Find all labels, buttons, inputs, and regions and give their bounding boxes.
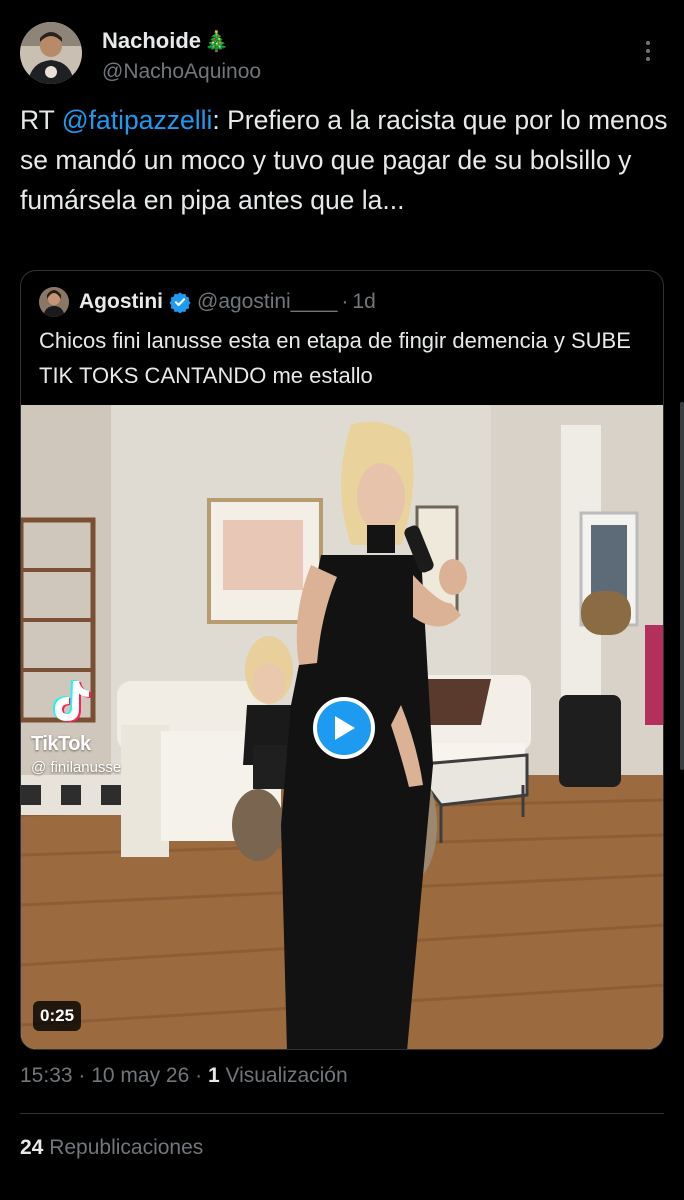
views-label: Visualización bbox=[219, 1064, 348, 1087]
views-count: 1 bbox=[207, 1064, 220, 1087]
author-avatar[interactable] bbox=[20, 22, 82, 84]
video-duration-badge: 0:25 bbox=[33, 1001, 82, 1031]
reposts-link[interactable]: 24 Republicaciones bbox=[20, 1136, 203, 1160]
quoted-author-avatar[interactable] bbox=[39, 287, 69, 317]
quoted-author-handle[interactable]: @agostini____ bbox=[197, 290, 337, 314]
more-vertical-icon[interactable] bbox=[636, 36, 660, 66]
quoted-separator-dot: · bbox=[341, 290, 349, 313]
author-display-name[interactable]: Nachoide 🎄 bbox=[102, 28, 229, 54]
tweet-author-row: Nachoide 🎄 @NachoAquinoo bbox=[20, 22, 664, 86]
quoted-tweet-card[interactable]: Agostini @agostini____ · 1d Chicos fini … bbox=[20, 270, 664, 1050]
tweet-text: RT @fatipazzelli: Prefiero a la racista … bbox=[20, 100, 670, 220]
reposts-count: 24 bbox=[20, 1136, 44, 1159]
tiktok-watermark-handle: @ finilanusse bbox=[31, 759, 122, 776]
video-player[interactable]: TikTok @ finilanusse 0:25 bbox=[21, 405, 663, 1049]
tweet-timestamp[interactable]: 15:33 · 10 may 26 · bbox=[20, 1064, 208, 1087]
tiktok-watermark-brand: TikTok bbox=[31, 733, 91, 755]
reposts-label: Republicaciones bbox=[43, 1136, 204, 1159]
play-button[interactable] bbox=[313, 697, 375, 759]
mention-link[interactable]: @fatipazzelli bbox=[62, 105, 213, 135]
author-name-text: Nachoide bbox=[102, 28, 202, 53]
play-icon bbox=[335, 716, 355, 740]
divider bbox=[20, 1113, 664, 1114]
verified-badge-icon bbox=[169, 292, 191, 313]
quoted-tweet-header: Agostini @agostini____ · 1d bbox=[39, 285, 376, 319]
quoted-tweet-text: Chicos fini lanusse esta en etapa de fin… bbox=[39, 328, 631, 388]
tweet-text-prefix: RT bbox=[20, 105, 62, 135]
scrollbar[interactable] bbox=[680, 402, 684, 770]
christmas-tree-emoji: 🎄 bbox=[204, 30, 229, 53]
quoted-author-name[interactable]: Agostini bbox=[79, 290, 163, 314]
author-handle[interactable]: @NachoAquinoo bbox=[102, 60, 261, 84]
tweet-metadata: 15:33 · 10 may 26 · 1 Visualización bbox=[20, 1064, 348, 1088]
quoted-time-ago[interactable]: 1d bbox=[352, 290, 375, 314]
tiktok-logo-icon bbox=[53, 680, 91, 722]
